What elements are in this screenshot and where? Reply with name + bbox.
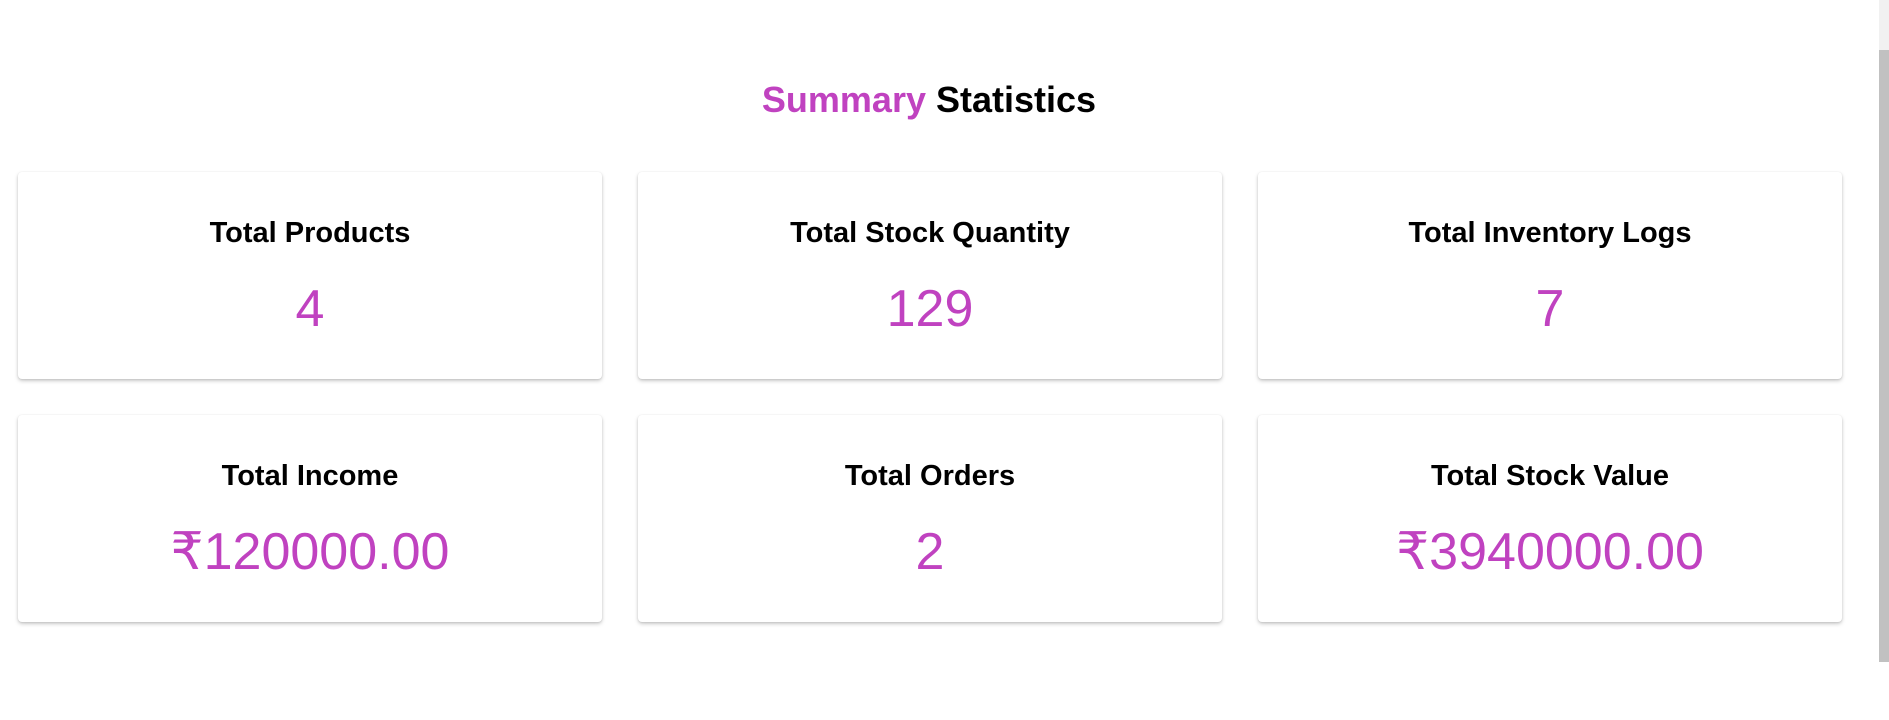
stat-card-total-orders: Total Orders 2 xyxy=(638,415,1222,622)
summary-page: Summary Statistics Total Products 4 Tota… xyxy=(0,0,1889,720)
stat-card-title: Total Products xyxy=(209,217,411,249)
stat-card-value: ₹3940000.00 xyxy=(1396,523,1704,581)
stat-card-total-stock-value: Total Stock Value ₹3940000.00 xyxy=(1258,415,1842,622)
page-title-accent: Summary xyxy=(761,79,926,120)
page-title: Summary Statistics xyxy=(0,78,1858,122)
stat-card-title: Total Stock Value xyxy=(1431,460,1669,492)
scrollbar-thumb[interactable] xyxy=(1879,50,1889,662)
stat-card-value: 4 xyxy=(295,280,325,338)
stat-card-value: 129 xyxy=(886,280,974,338)
stat-card-title: Total Stock Quantity xyxy=(790,217,1070,249)
stat-card-title: Total Orders xyxy=(844,460,1016,492)
stat-card-value: 7 xyxy=(1535,280,1565,338)
stat-card-title: Total Income xyxy=(221,460,399,492)
stat-card-value: 2 xyxy=(915,523,945,581)
vertical-scrollbar[interactable] xyxy=(1879,0,1889,662)
page-title-rest: Statistics xyxy=(936,79,1097,120)
stat-card-title: Total Inventory Logs xyxy=(1408,217,1692,249)
stats-grid: Total Products 4 Total Stock Quantity 12… xyxy=(18,172,1842,622)
stat-card-total-products: Total Products 4 xyxy=(18,172,602,379)
stat-card-value: ₹120000.00 xyxy=(170,523,450,581)
stat-card-total-income: Total Income ₹120000.00 xyxy=(18,415,602,622)
stat-card-total-stock-quantity: Total Stock Quantity 129 xyxy=(638,172,1222,379)
stat-card-total-inventory-logs: Total Inventory Logs 7 xyxy=(1258,172,1842,379)
